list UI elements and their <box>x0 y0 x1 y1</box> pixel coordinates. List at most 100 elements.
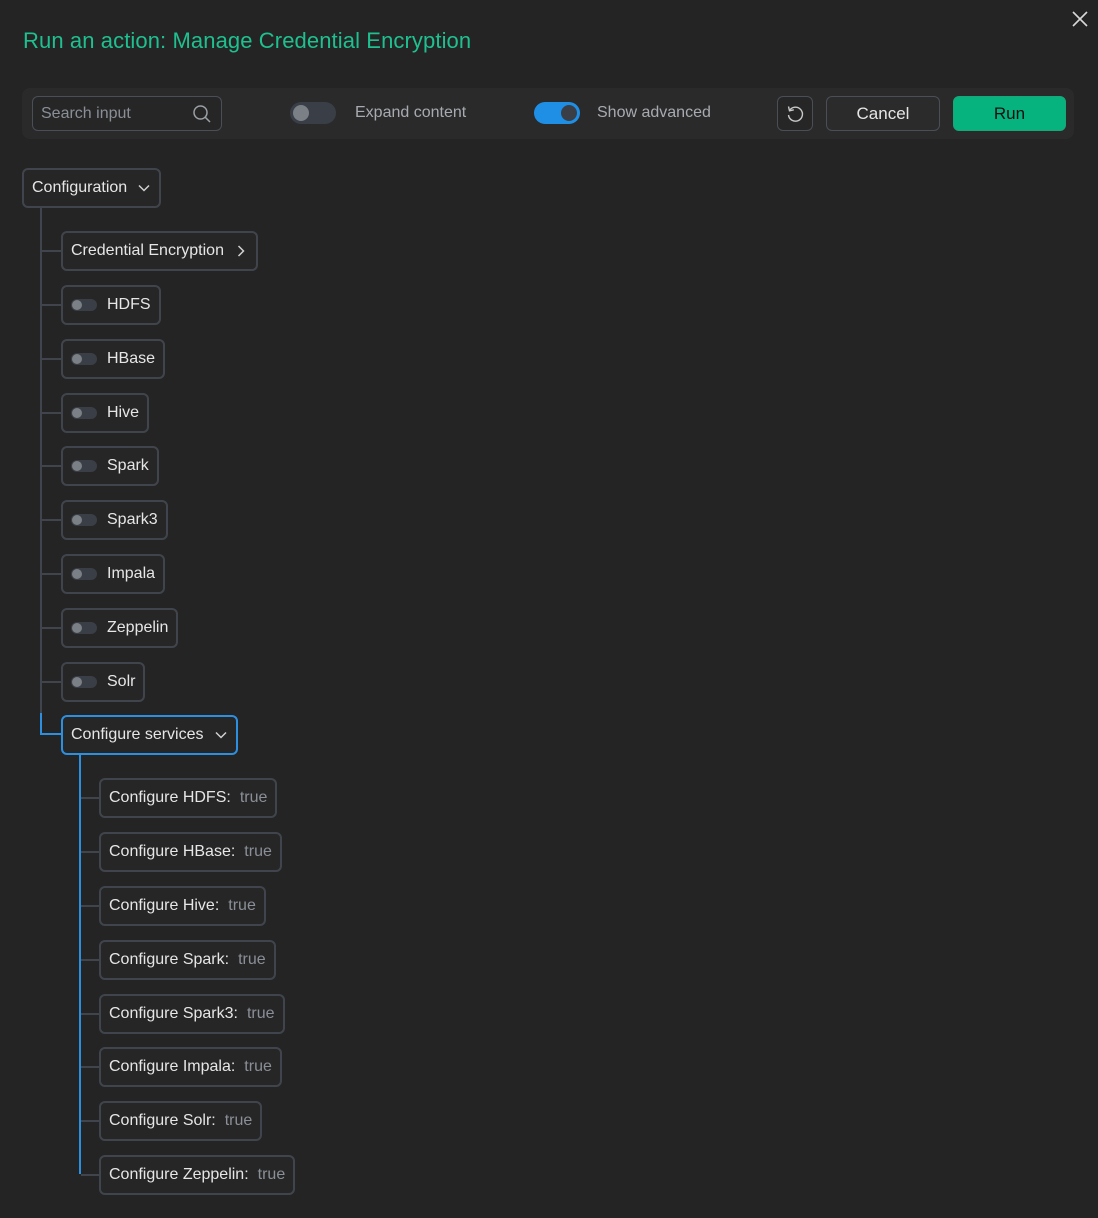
toggle-node-hdfs[interactable]: HDFS <box>61 285 161 325</box>
toggle-knob <box>72 408 82 418</box>
tree-line <box>81 905 100 907</box>
tree-line <box>81 1013 100 1015</box>
service-label: Configure Zeppelin: <box>109 1166 249 1183</box>
toggle-knob <box>72 677 82 687</box>
chevron-down-icon <box>214 731 227 739</box>
tree-line <box>41 573 62 575</box>
service-label: Configure HDFS: <box>109 789 231 806</box>
toggle-knob <box>561 105 577 121</box>
zeppelin-toggle[interactable] <box>71 622 97 634</box>
spark3-toggle[interactable] <box>71 514 97 526</box>
tree-line <box>81 1174 100 1176</box>
service-item-impala[interactable]: Configure Impala: true <box>99 1047 282 1087</box>
run-button[interactable]: Run <box>953 96 1066 131</box>
toggle-label: Spark3 <box>107 511 158 528</box>
tree-line <box>41 627 62 629</box>
service-value: true <box>246 1005 275 1022</box>
close-icon[interactable] <box>1069 8 1091 30</box>
service-label: Configure HBase: <box>109 843 236 860</box>
toggle-label: Spark <box>107 457 149 474</box>
service-label: Configure Spark: <box>109 951 230 968</box>
toggle-knob <box>72 354 82 364</box>
tree-line <box>81 959 100 961</box>
service-item-solr[interactable]: Configure Solr: true <box>99 1101 263 1141</box>
service-value: true <box>239 789 268 806</box>
service-value: true <box>244 843 272 860</box>
service-item-hbase[interactable]: Configure HBase: true <box>99 832 282 872</box>
expand-content-label: Expand content <box>355 104 467 121</box>
toggle-knob <box>72 515 82 525</box>
toggle-knob <box>293 105 309 121</box>
tree-line <box>81 797 100 799</box>
hdfs-toggle[interactable] <box>71 299 97 311</box>
toggle-label: HDFS <box>107 296 151 313</box>
tree-line <box>41 358 62 360</box>
tree-line <box>41 465 62 467</box>
toggle-knob <box>72 300 82 310</box>
toggle-node-zeppelin[interactable]: Zeppelin <box>61 608 179 648</box>
configure-services-node[interactable]: Configure services <box>61 715 238 755</box>
configure-services-label: Configure services <box>71 726 204 743</box>
chevron-right-icon <box>237 245 245 257</box>
search-icon[interactable] <box>192 104 212 124</box>
solr-toggle[interactable] <box>71 676 97 688</box>
tree-line-active <box>79 753 81 1174</box>
tree-line <box>41 304 62 306</box>
search-box <box>32 96 222 131</box>
service-item-hdfs[interactable]: Configure HDFS: true <box>99 778 278 818</box>
toggle-node-spark[interactable]: Spark <box>61 446 159 486</box>
toggle-knob <box>72 461 82 471</box>
service-label: Configure Solr: <box>109 1112 216 1129</box>
toggle-node-hbase[interactable]: HBase <box>61 339 166 379</box>
toggle-node-hive[interactable]: Hive <box>61 393 150 433</box>
tree-line <box>41 519 62 521</box>
tree-line-active <box>40 713 42 735</box>
expand-content-toggle[interactable] <box>290 102 336 124</box>
spark-toggle[interactable] <box>71 460 97 472</box>
tree-line <box>81 1120 100 1122</box>
service-value: true <box>257 1166 286 1183</box>
toggle-label: Zeppelin <box>107 619 169 636</box>
configuration-node[interactable]: Configuration <box>22 168 162 208</box>
credential-encryption-node[interactable]: Credential Encryption <box>61 231 258 271</box>
show-advanced-toggle[interactable] <box>534 102 580 124</box>
toggle-node-impala[interactable]: Impala <box>61 554 166 594</box>
show-advanced-label: Show advanced <box>597 104 711 121</box>
service-item-spark[interactable]: Configure Spark: true <box>99 940 276 980</box>
tree-line <box>81 851 100 853</box>
toolbar: Expand content Show advanced Cancel Run <box>22 88 1074 139</box>
cancel-button[interactable]: Cancel <box>826 96 940 131</box>
service-item-hive[interactable]: Configure Hive: true <box>99 886 266 926</box>
service-label: Configure Spark3: <box>109 1005 238 1022</box>
toggle-knob <box>72 623 82 633</box>
service-label: Configure Hive: <box>109 897 220 914</box>
hbase-toggle[interactable] <box>71 353 97 365</box>
toggle-node-solr[interactable]: Solr <box>61 662 146 702</box>
hive-toggle[interactable] <box>71 407 97 419</box>
toggle-label: Hive <box>107 404 140 421</box>
service-label: Configure Impala: <box>109 1058 236 1075</box>
toggle-label: Impala <box>107 565 156 582</box>
toggle-knob <box>72 569 82 579</box>
credential-encryption-label: Credential Encryption <box>71 242 224 259</box>
service-value: true <box>228 897 256 914</box>
search-input[interactable] <box>41 97 181 130</box>
service-value: true <box>224 1112 253 1129</box>
refresh-button[interactable] <box>777 96 813 131</box>
toggle-node-spark3[interactable]: Spark3 <box>61 500 168 540</box>
service-item-zeppelin[interactable]: Configure Zeppelin: true <box>99 1155 296 1195</box>
tree-line <box>41 681 62 683</box>
chevron-down-icon <box>138 184 150 192</box>
dialog-title: Run an action: Manage Credential Encrypt… <box>23 28 472 53</box>
service-value: true <box>238 951 266 968</box>
refresh-icon <box>787 106 804 122</box>
service-value: true <box>244 1058 272 1075</box>
tree-line <box>41 412 62 414</box>
tree-line <box>40 207 42 715</box>
tree-line <box>41 250 62 252</box>
toggle-label: HBase <box>107 350 156 367</box>
toggle-label: Solr <box>107 673 136 690</box>
service-item-spark3[interactable]: Configure Spark3: true <box>99 994 285 1034</box>
impala-toggle[interactable] <box>71 568 97 580</box>
tree-line-active <box>40 733 62 735</box>
